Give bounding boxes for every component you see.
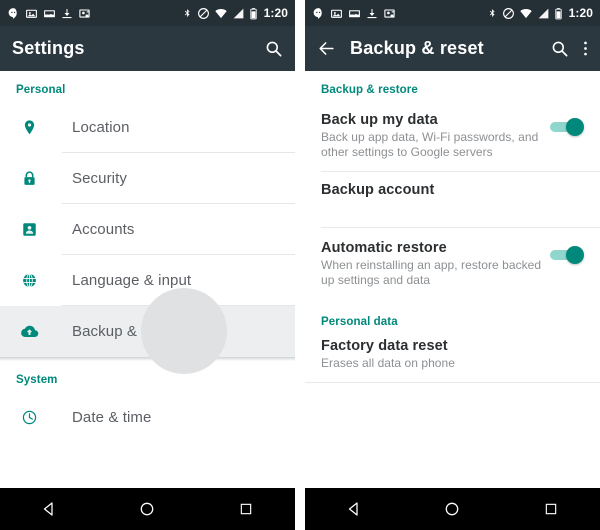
right-phone-screen: 1:20 Backup & reset Backup & restore Bac… (305, 0, 600, 530)
settings-item-backup-reset[interactable]: Backup & reset (0, 288, 295, 374)
status-bar-clock: 1:20 (263, 6, 288, 20)
section-header-system: System (16, 374, 58, 386)
settings-list: Personal Location Security Accounts Lang… (0, 71, 295, 488)
settings-item-label: Location (72, 119, 130, 136)
search-icon[interactable] (264, 39, 283, 58)
settings-item-label: Security (72, 170, 127, 187)
list-divider (305, 382, 600, 383)
image-icon (44, 9, 55, 17)
system-icons-right: 1:20 (487, 6, 593, 20)
pref-text-block: Factory data reset Erases all data on ph… (321, 338, 584, 371)
pref-text-block: Back up my data Back up app data, Wi-Fi … (321, 112, 550, 160)
nav-back-triangle-icon[interactable] (19, 500, 79, 518)
page-title: Backup & reset (350, 38, 484, 58)
settings-item-label: Backup & reset (72, 323, 176, 340)
hangouts-icon (8, 7, 17, 19)
status-bar-clock: 1:20 (568, 6, 593, 20)
cell-signal-icon (233, 7, 243, 18)
do-not-disturb-icon (197, 7, 209, 19)
switch-thumb (566, 118, 584, 136)
settings-item-label: Language & input (72, 272, 192, 289)
hangouts-icon (313, 7, 322, 19)
arrow-back-icon[interactable] (317, 39, 336, 58)
pref-text-block: Automatic restore When reinstalling an a… (321, 240, 550, 288)
settings-item-language-input[interactable]: Language & input (0, 255, 295, 306)
pref-back-up-my-data[interactable]: Back up my data Back up app data, Wi-Fi … (305, 102, 600, 172)
dual-screenshot-stage: 1:20 Settings Personal Location Security… (0, 0, 600, 530)
settings-item-date-time[interactable]: Date & time (0, 392, 295, 443)
clock-icon (16, 409, 42, 426)
section-header-backup-restore: Backup & restore (321, 84, 418, 96)
pref-title: Automatic restore (321, 240, 447, 256)
toggle-back-up-my-data[interactable] (550, 118, 584, 136)
nav-back-triangle-icon[interactable] (324, 500, 384, 518)
do-not-disturb-icon (502, 7, 514, 19)
wifi-icon (519, 8, 532, 18)
settings-item-accounts[interactable]: Accounts (0, 204, 295, 255)
lock-icon (16, 170, 42, 187)
left-phone-screen: 1:20 Settings Personal Location Security… (0, 0, 295, 530)
cloud-upload-icon (16, 322, 42, 341)
battery-icon (249, 7, 257, 19)
search-icon[interactable] (550, 39, 569, 58)
navigation-bar-right (305, 488, 600, 530)
cell-signal-icon (538, 7, 548, 18)
settings-app-bar: Settings (0, 26, 295, 71)
navigation-bar-left (0, 488, 295, 530)
more-vert-icon[interactable] (583, 39, 588, 58)
wifi-icon (214, 8, 227, 18)
pref-title: Back up my data (321, 112, 438, 128)
bluetooth-icon (489, 8, 495, 17)
download-icon (367, 8, 377, 18)
system-icons-left: 1:20 (182, 6, 288, 20)
download-icon (62, 8, 72, 18)
photos-icon (26, 9, 37, 18)
location-pin-icon (16, 119, 42, 136)
switch-thumb (566, 246, 584, 264)
battery-icon (554, 7, 562, 19)
pref-subtitle: When reinstalling an app, restore backed… (321, 258, 542, 287)
globe-icon (16, 272, 42, 289)
photos-icon (331, 9, 342, 18)
pref-subtitle: Back up app data, Wi-Fi passwords, and o… (321, 130, 539, 159)
nav-home-circle-icon[interactable] (117, 500, 177, 518)
pref-title: Backup account (321, 182, 435, 198)
notification-icons-left (7, 7, 91, 20)
pref-title: Factory data reset (321, 338, 448, 354)
image-icon (349, 9, 360, 17)
settings-item-location[interactable]: Location (0, 102, 295, 153)
nav-home-circle-icon[interactable] (422, 500, 482, 518)
section-header-personal-data: Personal data (321, 316, 398, 328)
notification-icons-right (312, 7, 396, 20)
account-badge-icon (16, 221, 42, 238)
settings-item-label: Accounts (72, 221, 135, 238)
pref-subtitle: Erases all data on phone (321, 356, 455, 370)
bluetooth-icon (184, 8, 190, 17)
nav-recents-square-icon[interactable] (521, 501, 581, 517)
status-bar-right: 1:20 (305, 0, 600, 26)
settings-item-security[interactable]: Security (0, 153, 295, 204)
nav-recents-square-icon[interactable] (216, 501, 276, 517)
section-header-personal: Personal (16, 84, 66, 96)
pref-factory-data-reset[interactable]: Factory data reset Erases all data on ph… (305, 334, 600, 383)
pref-backup-account[interactable]: Backup account (305, 172, 600, 228)
screenshot-icon (79, 8, 90, 18)
screenshot-icon (384, 8, 395, 18)
toggle-automatic-restore[interactable] (550, 246, 584, 264)
backup-reset-app-bar: Backup & reset (305, 26, 600, 71)
pref-automatic-restore[interactable]: Automatic restore When reinstalling an a… (305, 228, 600, 300)
pref-text-block: Backup account (321, 182, 584, 200)
status-bar-left: 1:20 (0, 0, 295, 26)
backup-reset-list: Backup & restore Back up my data Back up… (305, 71, 600, 488)
settings-item-label: Date & time (72, 409, 152, 426)
page-title: Settings (12, 38, 85, 58)
